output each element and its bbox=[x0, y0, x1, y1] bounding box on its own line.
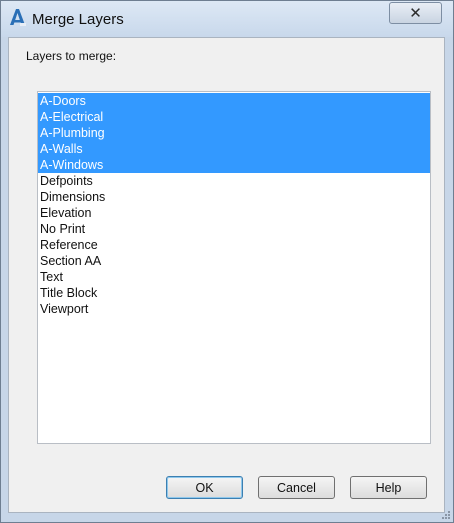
cancel-button-label: Cancel bbox=[277, 480, 316, 495]
resize-grip-icon[interactable] bbox=[441, 510, 451, 520]
layer-list-item[interactable]: A-Doors bbox=[38, 93, 430, 109]
layer-list-item[interactable]: Section AA bbox=[38, 253, 430, 269]
layer-list-item[interactable]: Reference bbox=[38, 237, 430, 253]
layer-list-item[interactable]: Viewport bbox=[38, 301, 430, 317]
dialog-body: Layers to merge: A-Doors A-Electrical A-Pl… bbox=[8, 37, 445, 513]
layer-list-item[interactable]: A-Walls bbox=[38, 141, 430, 157]
layer-list-item[interactable]: A-Plumbing bbox=[38, 125, 430, 141]
ok-button[interactable]: OK bbox=[166, 476, 243, 499]
close-icon: ✕ bbox=[409, 5, 422, 22]
help-button-label: Help bbox=[375, 480, 402, 495]
layer-list-item[interactable]: Defpoints bbox=[38, 173, 430, 189]
merge-layers-dialog: Merge Layers ✕ Layers to merge: A-Doors A… bbox=[0, 0, 454, 523]
autocad-a-icon bbox=[10, 9, 26, 26]
cancel-button[interactable]: Cancel bbox=[258, 476, 335, 499]
title-bar[interactable]: Merge Layers ✕ bbox=[1, 1, 453, 37]
layer-list-item[interactable]: A-Windows bbox=[38, 157, 430, 173]
window-title: Merge Layers bbox=[32, 11, 124, 28]
help-button[interactable]: Help bbox=[350, 476, 427, 499]
layer-list-item[interactable]: Dimensions bbox=[38, 189, 430, 205]
layer-list-item[interactable]: No Print bbox=[38, 221, 430, 237]
layer-list-item[interactable]: Text bbox=[38, 269, 430, 285]
ok-button-label: OK bbox=[195, 480, 214, 495]
layer-list-item[interactable]: A-Electrical bbox=[38, 109, 430, 125]
layer-list-item[interactable]: Title Block bbox=[38, 285, 430, 301]
layers-listbox[interactable]: A-Doors A-Electrical A-Plumbing A-Walls A-Wi… bbox=[37, 91, 431, 444]
layers-to-merge-label: Layers to merge: bbox=[26, 49, 117, 63]
close-button[interactable]: ✕ bbox=[389, 2, 442, 24]
layer-list-item[interactable]: Elevation bbox=[38, 205, 430, 221]
